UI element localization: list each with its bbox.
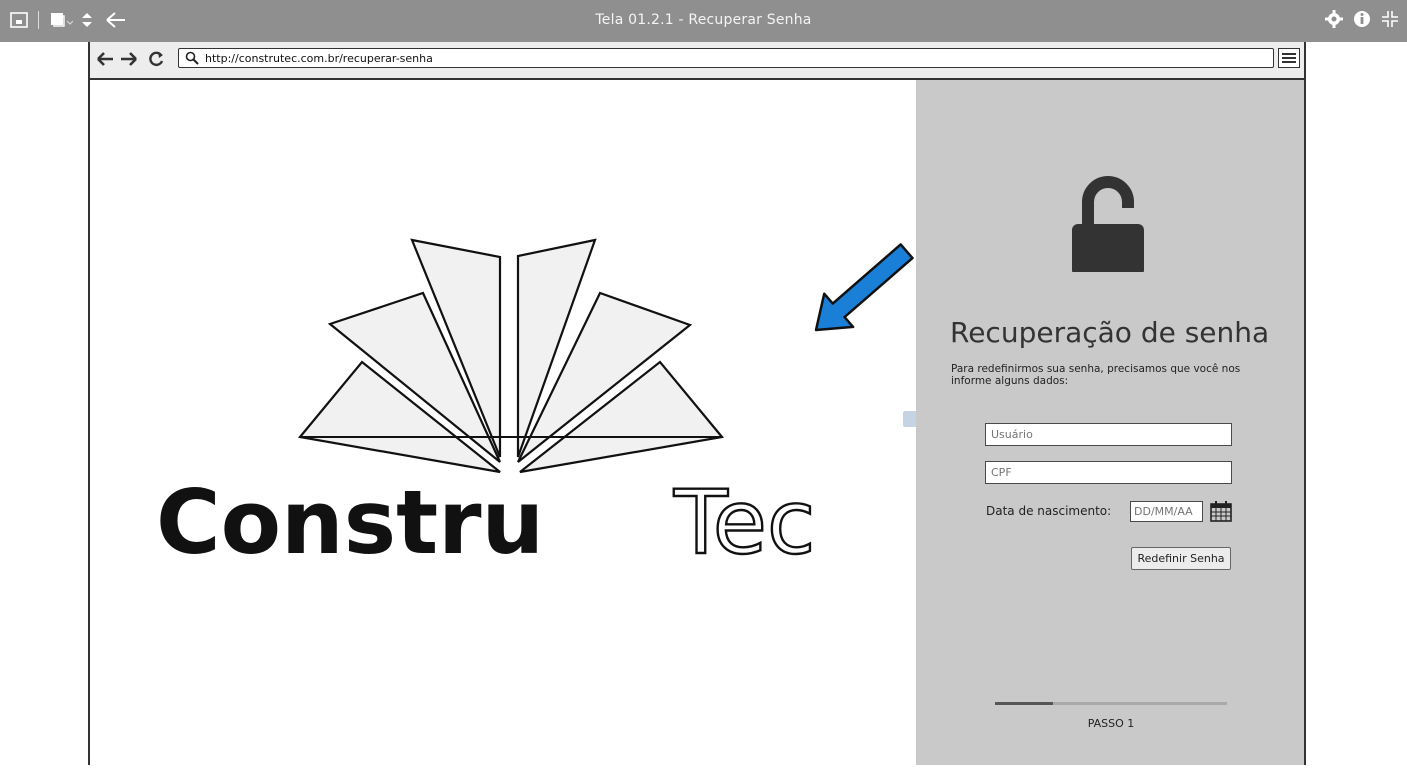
info-icon[interactable] (1353, 10, 1371, 28)
address-bar[interactable]: http://construtec.com.br/recuperar-senha (178, 48, 1274, 68)
browser-back-icon[interactable] (96, 51, 114, 67)
page-title: Recuperação de senha (950, 316, 1270, 349)
app-bar-right-icons (1325, 10, 1399, 28)
reload-icon[interactable] (148, 51, 166, 67)
browser-forward-icon[interactable] (120, 51, 138, 67)
logo-text-light: Tec (673, 471, 815, 574)
progress-fill (995, 702, 1053, 705)
cpf-field[interactable] (985, 461, 1232, 484)
reset-password-button[interactable]: Redefinir Senha (1131, 547, 1231, 570)
step-label: PASSO 1 (1087, 717, 1135, 730)
calendar-icon[interactable] (1209, 499, 1233, 523)
app-bar: Tela 01.2.1 - Recuperar Senha (0, 0, 1407, 42)
progress-bar (995, 702, 1227, 705)
construtec-logo: Constru Tec (156, 238, 914, 575)
window-title: Tela 01.2.1 - Recuperar Senha (595, 12, 812, 28)
arrow-annotation (814, 243, 914, 332)
nav-buttons (96, 51, 166, 67)
url-text: http://construtec.com.br/recuperar-senha (205, 51, 433, 65)
recovery-panel: Recuperação de senha Para redefinirmos s… (916, 80, 1304, 765)
dob-field[interactable] (1130, 501, 1203, 522)
logo-area: Constru Tec (90, 80, 921, 765)
page-description: Para redefinirmos sua senha, precisamos … (951, 363, 1241, 387)
dob-label: Data de nascimento: (986, 504, 1112, 518)
fullscreen-icon[interactable] (1381, 10, 1399, 28)
hamburger-icon (1282, 53, 1296, 63)
search-icon (185, 51, 199, 65)
gear-icon[interactable] (1325, 10, 1343, 28)
unlock-icon (1072, 176, 1144, 272)
username-field[interactable] (985, 423, 1232, 446)
browser-menu-button[interactable] (1278, 48, 1300, 68)
browser-toolbar: http://construtec.com.br/recuperar-senha (90, 42, 1304, 80)
browser-window: http://construtec.com.br/recuperar-senha… (88, 42, 1306, 765)
page-content: Constru Tec Recuperação de senha Para re… (90, 80, 1304, 765)
logo-text-dark: Constru (156, 471, 544, 574)
